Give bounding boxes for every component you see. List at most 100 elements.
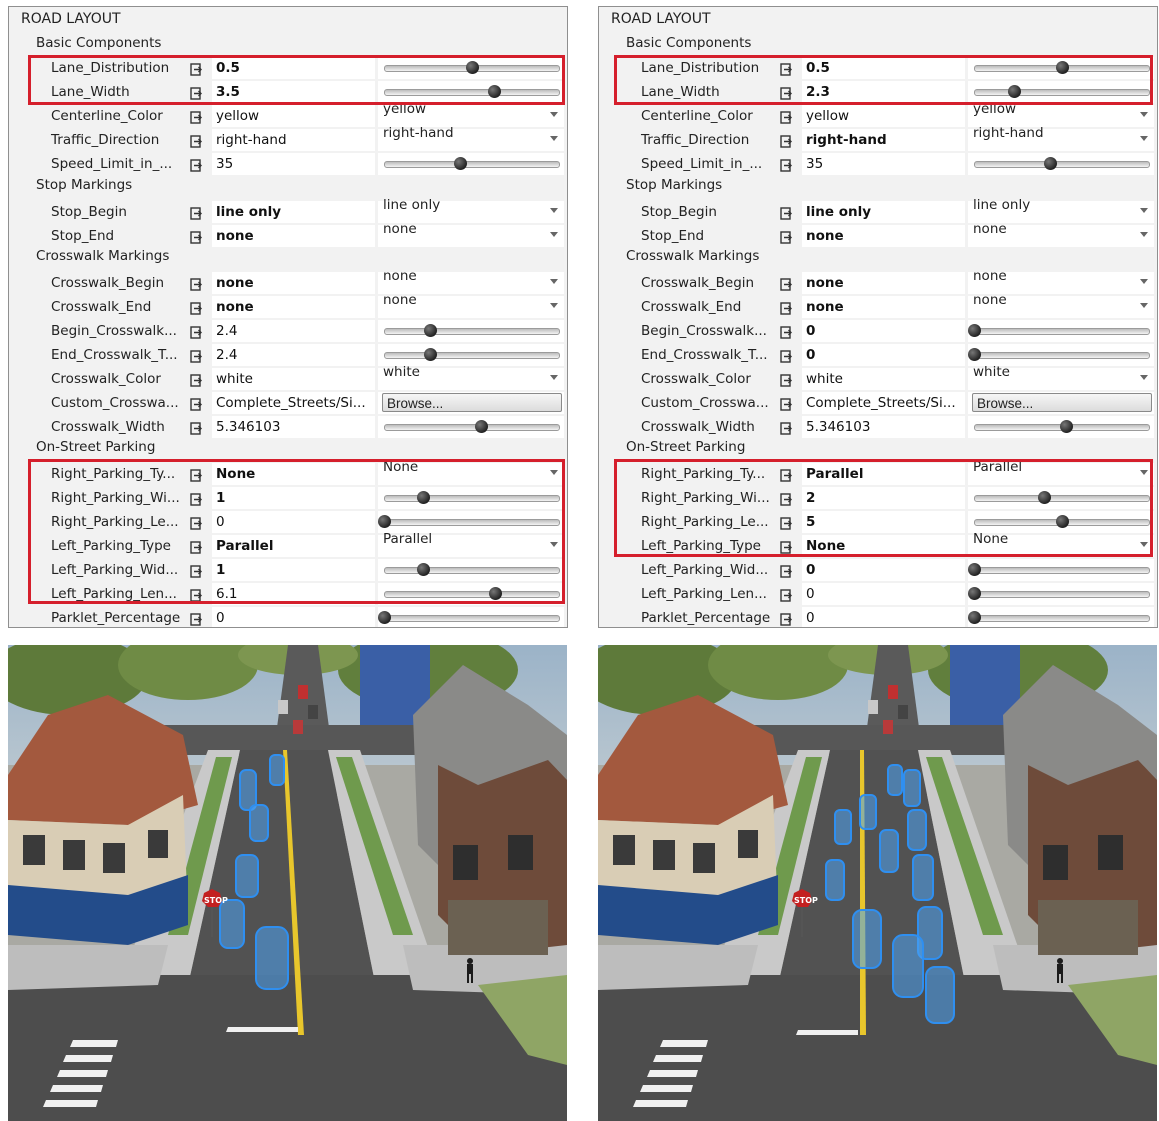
- property-row-traffic-direction[interactable]: Traffic_Direction right-hand right-hand: [625, 125, 1154, 151]
- slider-track[interactable]: [384, 424, 560, 431]
- link-icon[interactable]: [780, 587, 793, 602]
- link-icon[interactable]: [190, 348, 203, 363]
- slider-track[interactable]: [384, 615, 560, 622]
- property-value[interactable]: 2.4: [212, 344, 375, 366]
- slider-track[interactable]: [974, 615, 1150, 622]
- slider-thumb[interactable]: [1056, 61, 1069, 74]
- property-row-centerline-color[interactable]: Centerline_Color yellow yellow: [35, 101, 564, 127]
- property-row-left-parking-wid[interactable]: Left_Parking_Wid... 1: [35, 559, 564, 581]
- slider-track[interactable]: [974, 567, 1150, 574]
- chevron-down-icon[interactable]: [550, 208, 558, 213]
- slider-track[interactable]: [974, 495, 1150, 502]
- link-icon[interactable]: [190, 467, 203, 482]
- chevron-down-icon[interactable]: [1140, 303, 1148, 308]
- chevron-down-icon[interactable]: [1140, 232, 1148, 237]
- slider-thumb[interactable]: [1043, 157, 1057, 170]
- link-icon[interactable]: [780, 133, 793, 148]
- property-value[interactable]: 35: [802, 153, 965, 175]
- value-slider[interactable]: [968, 511, 1154, 533]
- link-icon[interactable]: [190, 276, 203, 291]
- property-value[interactable]: 1: [212, 559, 375, 581]
- property-row-stop-begin[interactable]: Stop_Begin line only line only: [35, 197, 564, 223]
- property-row-custom-crosswa[interactable]: Custom_Crosswa... Complete_Streets/Si... B…: [35, 392, 564, 414]
- property-value[interactable]: none: [212, 272, 375, 294]
- slider-track[interactable]: [384, 591, 560, 598]
- property-value[interactable]: right-hand: [212, 129, 375, 151]
- value-dropdown[interactable]: Parallel: [968, 459, 1154, 485]
- property-value[interactable]: none: [212, 225, 375, 247]
- property-row-lane-width[interactable]: Lane_Width 3.5: [35, 81, 564, 103]
- property-row-crosswalk-color[interactable]: Crosswalk_Color white white: [625, 364, 1154, 390]
- link-icon[interactable]: [780, 109, 793, 124]
- link-icon[interactable]: [780, 491, 793, 506]
- property-row-crosswalk-color[interactable]: Crosswalk_Color white white: [35, 364, 564, 390]
- chevron-down-icon[interactable]: [550, 232, 558, 237]
- property-value[interactable]: 2.3: [802, 81, 965, 103]
- property-row-left-parking-wid[interactable]: Left_Parking_Wid... 0: [625, 559, 1154, 581]
- value-dropdown[interactable]: none: [968, 268, 1154, 294]
- property-value[interactable]: none: [212, 296, 375, 318]
- browse-control[interactable]: Browse...: [378, 392, 564, 414]
- property-row-crosswalk-begin[interactable]: Crosswalk_Begin none none: [625, 268, 1154, 294]
- property-row-right-parking-ty[interactable]: Right_Parking_Ty... None None: [35, 459, 564, 485]
- value-dropdown[interactable]: line only: [968, 197, 1154, 223]
- link-icon[interactable]: [190, 85, 203, 100]
- slider-track[interactable]: [384, 328, 560, 335]
- slider-thumb[interactable]: [488, 587, 502, 600]
- slider-thumb[interactable]: [1056, 515, 1069, 528]
- value-dropdown[interactable]: right-hand: [378, 125, 564, 151]
- property-value[interactable]: Complete_Streets/Si...: [212, 392, 375, 414]
- property-row-lane-distribution[interactable]: Lane_Distribution 0.5: [625, 57, 1154, 79]
- link-icon[interactable]: [780, 539, 793, 554]
- property-row-right-parking-wi[interactable]: Right_Parking_Wi... 2: [625, 487, 1154, 509]
- property-row-left-parking-len[interactable]: Left_Parking_Len... 6.1: [35, 583, 564, 605]
- property-value[interactable]: 0: [802, 583, 965, 605]
- group-header-stop[interactable]: Stop Markings: [36, 177, 132, 193]
- property-value[interactable]: none: [802, 272, 965, 294]
- value-slider[interactable]: [968, 583, 1154, 605]
- property-value[interactable]: Complete_Streets/Si...: [802, 392, 965, 414]
- link-icon[interactable]: [190, 515, 203, 530]
- value-dropdown[interactable]: yellow: [378, 101, 564, 127]
- property-row-stop-end[interactable]: Stop_End none none: [625, 221, 1154, 247]
- slider-thumb[interactable]: [968, 563, 981, 576]
- link-icon[interactable]: [190, 300, 203, 315]
- slider-track[interactable]: [974, 89, 1150, 96]
- chevron-down-icon[interactable]: [550, 470, 558, 475]
- property-row-left-parking-len[interactable]: Left_Parking_Len... 0: [625, 583, 1154, 605]
- property-value[interactable]: 2.4: [212, 320, 375, 342]
- chevron-down-icon[interactable]: [550, 542, 558, 547]
- property-row-speed-limit-in[interactable]: Speed_Limit_in_... 35: [35, 153, 564, 175]
- value-dropdown[interactable]: line only: [378, 197, 564, 223]
- value-slider[interactable]: [968, 320, 1154, 342]
- slider-track[interactable]: [384, 89, 560, 96]
- property-value[interactable]: 0: [802, 559, 965, 581]
- slider-track[interactable]: [384, 161, 560, 168]
- value-slider[interactable]: [968, 487, 1154, 509]
- link-icon[interactable]: [190, 372, 203, 387]
- chevron-down-icon[interactable]: [550, 279, 558, 284]
- property-row-stop-begin[interactable]: Stop_Begin line only line only: [625, 197, 1154, 223]
- property-row-right-parking-ty[interactable]: Right_Parking_Ty... Parallel Parallel: [625, 459, 1154, 485]
- slider-track[interactable]: [974, 352, 1150, 359]
- property-row-begin-crosswalk[interactable]: Begin_Crosswalk... 2.4: [35, 320, 564, 342]
- property-value[interactable]: 1: [212, 487, 375, 509]
- value-dropdown[interactable]: right-hand: [968, 125, 1154, 151]
- slider-thumb[interactable]: [474, 420, 488, 433]
- property-value[interactable]: white: [802, 368, 965, 390]
- value-dropdown[interactable]: white: [378, 364, 564, 390]
- slider-thumb[interactable]: [453, 157, 467, 170]
- slider-thumb[interactable]: [1059, 420, 1073, 433]
- group-header-parking[interactable]: On-Street Parking: [36, 439, 155, 455]
- property-value[interactable]: 0: [802, 607, 965, 627]
- value-slider[interactable]: [378, 416, 564, 438]
- property-row-left-parking-type[interactable]: Left_Parking_Type None None: [625, 531, 1154, 557]
- property-value[interactable]: 6.1: [212, 583, 375, 605]
- property-value[interactable]: Parallel: [802, 463, 965, 485]
- property-value[interactable]: white: [212, 368, 375, 390]
- value-dropdown[interactable]: yellow: [968, 101, 1154, 127]
- slider-thumb[interactable]: [1008, 85, 1022, 98]
- chevron-down-icon[interactable]: [1140, 112, 1148, 117]
- slider-thumb[interactable]: [1038, 491, 1052, 504]
- value-dropdown[interactable]: none: [378, 221, 564, 247]
